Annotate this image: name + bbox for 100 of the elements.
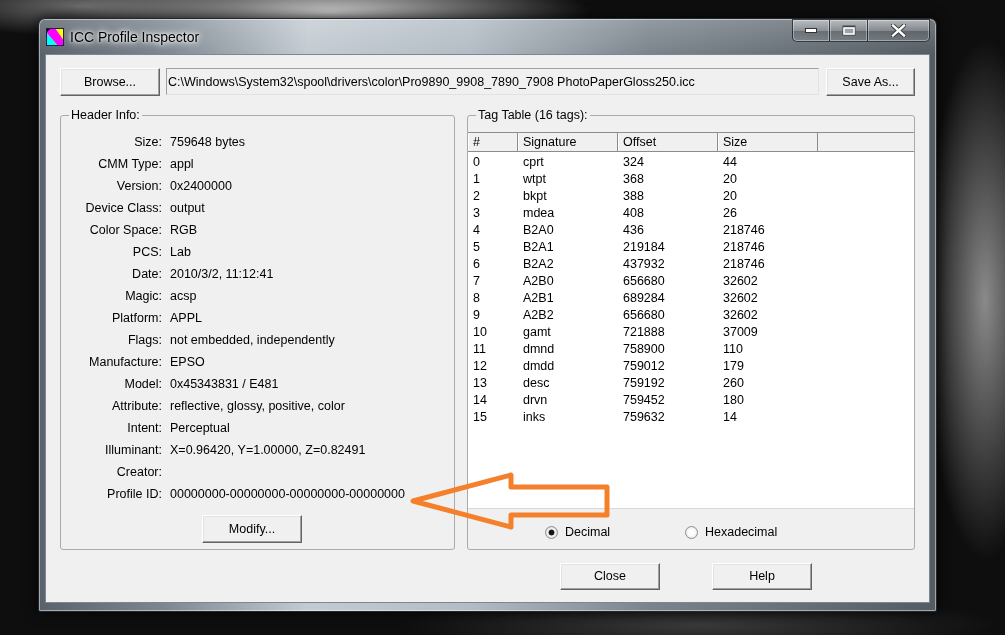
field-value: RGB — [170, 221, 198, 239]
table-cell-text: 388 — [622, 188, 645, 205]
table-cell-text: 218746 — [722, 256, 766, 273]
table-cell-text: B2A0 — [522, 222, 555, 239]
field-label: Manufacture: — [89, 353, 162, 371]
table-cell-text: 2 — [472, 188, 481, 205]
table-cell-text: 408 — [622, 205, 645, 222]
table-cell-text: 219184 — [622, 239, 666, 256]
field-label: Illuminant: — [105, 441, 162, 459]
table-cell-text: 656680 — [622, 273, 666, 290]
field-label: Version: — [116, 177, 162, 195]
table-cell-text: drvn — [522, 392, 549, 409]
table-cell-text: 689284 — [622, 290, 666, 307]
field-label: Magic: — [125, 287, 162, 305]
radio-button[interactable] — [545, 525, 558, 539]
table-cell-text: 44 — [722, 154, 738, 171]
table-cell-text: A2B0 — [522, 273, 555, 290]
table-cell-text: 14 — [722, 409, 738, 426]
color-stripes-icon — [46, 27, 64, 46]
table-cell-text: A2B2 — [522, 307, 555, 324]
field-value: output — [170, 199, 205, 217]
table-cell-text: 721888 — [622, 324, 666, 341]
column-header[interactable]: Size — [718, 133, 818, 151]
field-label: Attribute: — [111, 397, 162, 415]
path-field[interactable]: C:\Windows\System32\spool\drivers\color\Pro9890_9908_7890_7908 PhotoPaperGloss250.icc — [166, 68, 819, 95]
maximize-button[interactable] — [830, 19, 868, 42]
table-cell-text: B2A2 — [522, 256, 555, 273]
field-value: X=0.96420, Y=1.00000, Z=0.82491 — [170, 441, 366, 459]
field-label: PCS: — [132, 243, 162, 261]
field-label: Color Space: — [89, 221, 162, 239]
field-label: Platform: — [112, 309, 162, 327]
maximize-icon — [841, 25, 856, 36]
table-cell-text: 32602 — [722, 307, 759, 324]
table-cell-text: 324 — [622, 154, 645, 171]
minimize-button[interactable] — [792, 19, 830, 42]
table-cell-text: 37009 — [722, 324, 759, 341]
table-cell-text: 218746 — [722, 239, 766, 256]
close-icon — [891, 24, 906, 37]
table-cell-text: 758900 — [622, 341, 666, 358]
table-cell-text: 759452 — [622, 392, 666, 409]
close-button[interactable]: Close — [560, 563, 660, 590]
field-value: 00000000-00000000-00000000-00000000 — [170, 485, 405, 503]
table-cell-text: 32602 — [722, 290, 759, 307]
table-cell-text: A2B1 — [522, 290, 555, 307]
field-label: Creator: — [116, 463, 162, 481]
table-cell-text: 1 — [472, 171, 481, 188]
table-cell-text: 3 — [472, 205, 481, 222]
column-header[interactable]: Offset — [618, 133, 718, 151]
table-cell-text: mdea — [522, 205, 556, 222]
window-title: ICC Profile Inspector — [70, 27, 200, 46]
table-cell-text: 656680 — [622, 307, 666, 324]
field-value: EPSO — [170, 353, 205, 371]
table-cell-text: 179 — [722, 358, 745, 375]
radio-button[interactable] — [685, 525, 698, 539]
table-cell-text: 11 — [472, 341, 487, 358]
table-cell-text: 6 — [472, 256, 481, 273]
help-button[interactable]: Help — [712, 563, 812, 590]
table-cell-text: 368 — [622, 171, 645, 188]
field-value: appl — [170, 155, 194, 173]
table-cell-text: 0 — [472, 154, 481, 171]
field-label: Device Class: — [85, 199, 162, 217]
column-header[interactable]: # — [468, 133, 518, 151]
field-value: Lab — [170, 243, 191, 261]
table-cell-text: 110 — [722, 341, 744, 358]
table-cell-text: 10 — [472, 324, 488, 341]
table-cell-text: 759192 — [622, 375, 666, 392]
radio-label[interactable]: Decimal — [565, 522, 611, 542]
radio-label[interactable]: Hexadecimal — [705, 522, 778, 542]
save-as-button[interactable]: Save As... — [826, 68, 915, 96]
table-cell-text: 15 — [472, 409, 488, 426]
group-title: Tag Table (16 tags): — [476, 107, 590, 123]
table-cell-text: 8 — [472, 290, 481, 307]
table-cell-text: 180 — [722, 392, 745, 409]
table-cell-text: B2A1 — [522, 239, 555, 256]
field-label: CMM Type: — [98, 155, 162, 173]
field-value: 0x45343831 / E481 — [170, 375, 279, 393]
table-cell-text: inks — [522, 409, 547, 426]
close-button[interactable] — [868, 19, 930, 42]
field-value: APPL — [170, 309, 202, 327]
table-cell-text: 20 — [722, 171, 738, 188]
column-header[interactable]: Signature — [518, 133, 618, 151]
field-value: not embedded, independently — [170, 331, 335, 349]
table-cell-text: dmdd — [522, 358, 556, 375]
table-cell-text: bkpt — [522, 188, 548, 205]
field-label: Model: — [124, 375, 162, 393]
table-cell-text: 759632 — [622, 409, 666, 426]
table-cell-text: 759012 — [622, 358, 666, 375]
field-label: Profile ID: — [107, 485, 162, 503]
field-label: Date: — [132, 265, 162, 283]
table-cell-text: dmnd — [522, 341, 556, 358]
table-cell-text: 14 — [472, 392, 488, 409]
table-cell-text: 437932 — [622, 256, 666, 273]
table-cell-text: 5 — [472, 239, 481, 256]
field-value: Perceptual — [170, 419, 230, 437]
browse-button[interactable]: Browse... — [60, 68, 160, 96]
table-cell-text: 436 — [622, 222, 645, 239]
table-cell-text: 13 — [472, 375, 488, 392]
table-cell-text: 4 — [472, 222, 481, 239]
field-value: reflective, glossy, positive, color — [170, 397, 345, 415]
modify-button[interactable]: Modify... — [202, 515, 302, 543]
